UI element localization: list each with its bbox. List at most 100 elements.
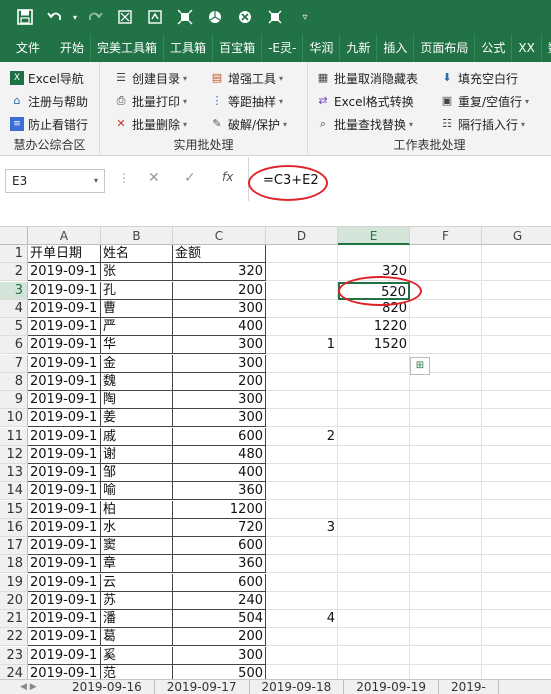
row-header-21[interactable]: 21 [0, 610, 28, 628]
cell-d2[interactable] [266, 263, 338, 282]
cell-b11[interactable]: 戚 [101, 427, 173, 446]
cell-f16[interactable] [410, 518, 482, 537]
cell-d12[interactable] [266, 445, 338, 464]
cell-a17[interactable]: 2019-09-1 [28, 537, 101, 555]
cell-c12[interactable]: 480 [173, 445, 266, 464]
cell-a19[interactable]: 2019-09-1 [28, 573, 101, 592]
cell-e22[interactable] [338, 628, 410, 647]
cell-d4[interactable] [266, 299, 338, 318]
cell-b22[interactable]: 葛 [101, 628, 173, 647]
cell-e19[interactable] [338, 573, 410, 592]
cell-f11[interactable] [410, 427, 482, 446]
cell-f2[interactable] [410, 263, 482, 282]
cell-f4[interactable] [410, 299, 482, 318]
tab-10[interactable]: 公式 [475, 34, 513, 62]
cell-c8[interactable]: 200 [173, 372, 266, 391]
row-header-5[interactable]: 5 [0, 318, 28, 336]
tab-12[interactable]: 数据 [542, 34, 551, 62]
column-header-f[interactable]: F [410, 227, 482, 245]
cell-e8[interactable] [338, 372, 410, 391]
column-header-c[interactable]: C [173, 227, 266, 245]
cell-e11[interactable] [338, 427, 410, 446]
cell-g13[interactable] [482, 464, 551, 482]
cell-b20[interactable]: 苏 [101, 591, 173, 610]
cell-e16[interactable] [338, 518, 410, 537]
row-header-12[interactable]: 12 [0, 445, 28, 464]
cell-d6[interactable]: 1 [266, 336, 338, 355]
redo-icon[interactable] [80, 4, 110, 30]
cell-a1[interactable]: 开单日期 [28, 245, 101, 263]
cell-f12[interactable] [410, 445, 482, 464]
cell-d16[interactable]: 3 [266, 518, 338, 537]
cell-e17[interactable] [338, 537, 410, 555]
cell-a22[interactable]: 2019-09-1 [28, 628, 101, 647]
cell-f10[interactable] [410, 409, 482, 428]
cell-b18[interactable]: 章 [101, 555, 173, 574]
cell-c21[interactable]: 504 [173, 610, 266, 628]
cell-d14[interactable] [266, 482, 338, 501]
cell-e1[interactable] [338, 245, 410, 263]
cell-c10[interactable]: 300 [173, 409, 266, 428]
cell-a12[interactable]: 2019-09-1 [28, 445, 101, 464]
cell-g24[interactable] [482, 665, 551, 679]
fullscreen-icon[interactable] [170, 4, 200, 30]
cell-g11[interactable] [482, 428, 551, 446]
cell-g4[interactable] [482, 300, 551, 318]
paste-options-icon[interactable]: ⊞ [410, 356, 430, 375]
cell-g17[interactable] [482, 537, 551, 555]
column-header-e[interactable]: E [338, 227, 410, 245]
excel-nav-button[interactable]: X Excel导航 [10, 68, 84, 88]
cell-d1[interactable] [266, 245, 338, 263]
cell-e23[interactable] [338, 646, 410, 665]
cell-c3[interactable]: 200 [173, 281, 266, 300]
row-header-19[interactable]: 19 [0, 573, 28, 592]
cell-b14[interactable]: 喻 [101, 482, 173, 501]
cell-d5[interactable] [266, 318, 338, 336]
cell-g21[interactable] [482, 610, 551, 628]
undo-dropdown-icon[interactable]: ▾ [70, 4, 80, 30]
row-header-20[interactable]: 20 [0, 591, 28, 610]
cell-g19[interactable] [482, 574, 551, 592]
enter-icon[interactable]: ✓ [184, 170, 196, 186]
batch-print-button[interactable]: ⎙ 批量打印 ▾ [114, 91, 187, 111]
cell-d23[interactable] [266, 646, 338, 665]
cell-a14[interactable]: 2019-09-1 [28, 482, 101, 501]
row-header-15[interactable]: 15 [0, 500, 28, 519]
cell-a15[interactable]: 2019-09-1 [28, 500, 101, 519]
cell-e9[interactable] [338, 391, 410, 409]
cell-c4[interactable]: 300 [173, 299, 266, 318]
select-all-corner[interactable] [0, 227, 28, 245]
cell-c20[interactable]: 240 [173, 591, 266, 610]
row-header-11[interactable]: 11 [0, 427, 28, 446]
cell-c24[interactable]: 500 [173, 664, 266, 679]
cell-b2[interactable]: 张 [101, 263, 173, 282]
cell-b19[interactable]: 云 [101, 573, 173, 592]
cell-a24[interactable]: 2019-09-1 [28, 664, 101, 679]
cell-f19[interactable] [410, 573, 482, 592]
cell-a4[interactable]: 2019-09-1 [28, 299, 101, 318]
cell-b4[interactable]: 曹 [101, 299, 173, 318]
column-header-d[interactable]: D [266, 227, 338, 245]
row-header-1[interactable]: 1 [0, 245, 28, 263]
tab-0[interactable]: 文件 [0, 34, 54, 62]
cell-d8[interactable] [266, 372, 338, 391]
cell-a18[interactable]: 2019-09-1 [28, 555, 101, 574]
row-header-7[interactable]: 7 [0, 354, 28, 373]
cell-g7[interactable] [482, 355, 551, 373]
cell-d15[interactable] [266, 500, 338, 519]
cell-d18[interactable] [266, 555, 338, 574]
cell-d17[interactable] [266, 537, 338, 555]
cell-f13[interactable] [410, 464, 482, 482]
cell-d13[interactable] [266, 464, 338, 482]
cell-a5[interactable]: 2019-09-1 [28, 318, 101, 336]
sheet-tab-4[interactable]: 2019- [439, 680, 499, 694]
cell-e18[interactable] [338, 555, 410, 574]
tab-9[interactable]: 页面布局 [414, 34, 476, 62]
cell-f24[interactable] [410, 664, 482, 679]
row-header-22[interactable]: 22 [0, 628, 28, 647]
cell-e14[interactable] [338, 482, 410, 501]
cell-g5[interactable] [482, 318, 551, 336]
cell-e6[interactable]: 1520 [338, 336, 410, 355]
tab-5[interactable]: -E灵- [262, 34, 304, 62]
cell-d19[interactable] [266, 573, 338, 592]
